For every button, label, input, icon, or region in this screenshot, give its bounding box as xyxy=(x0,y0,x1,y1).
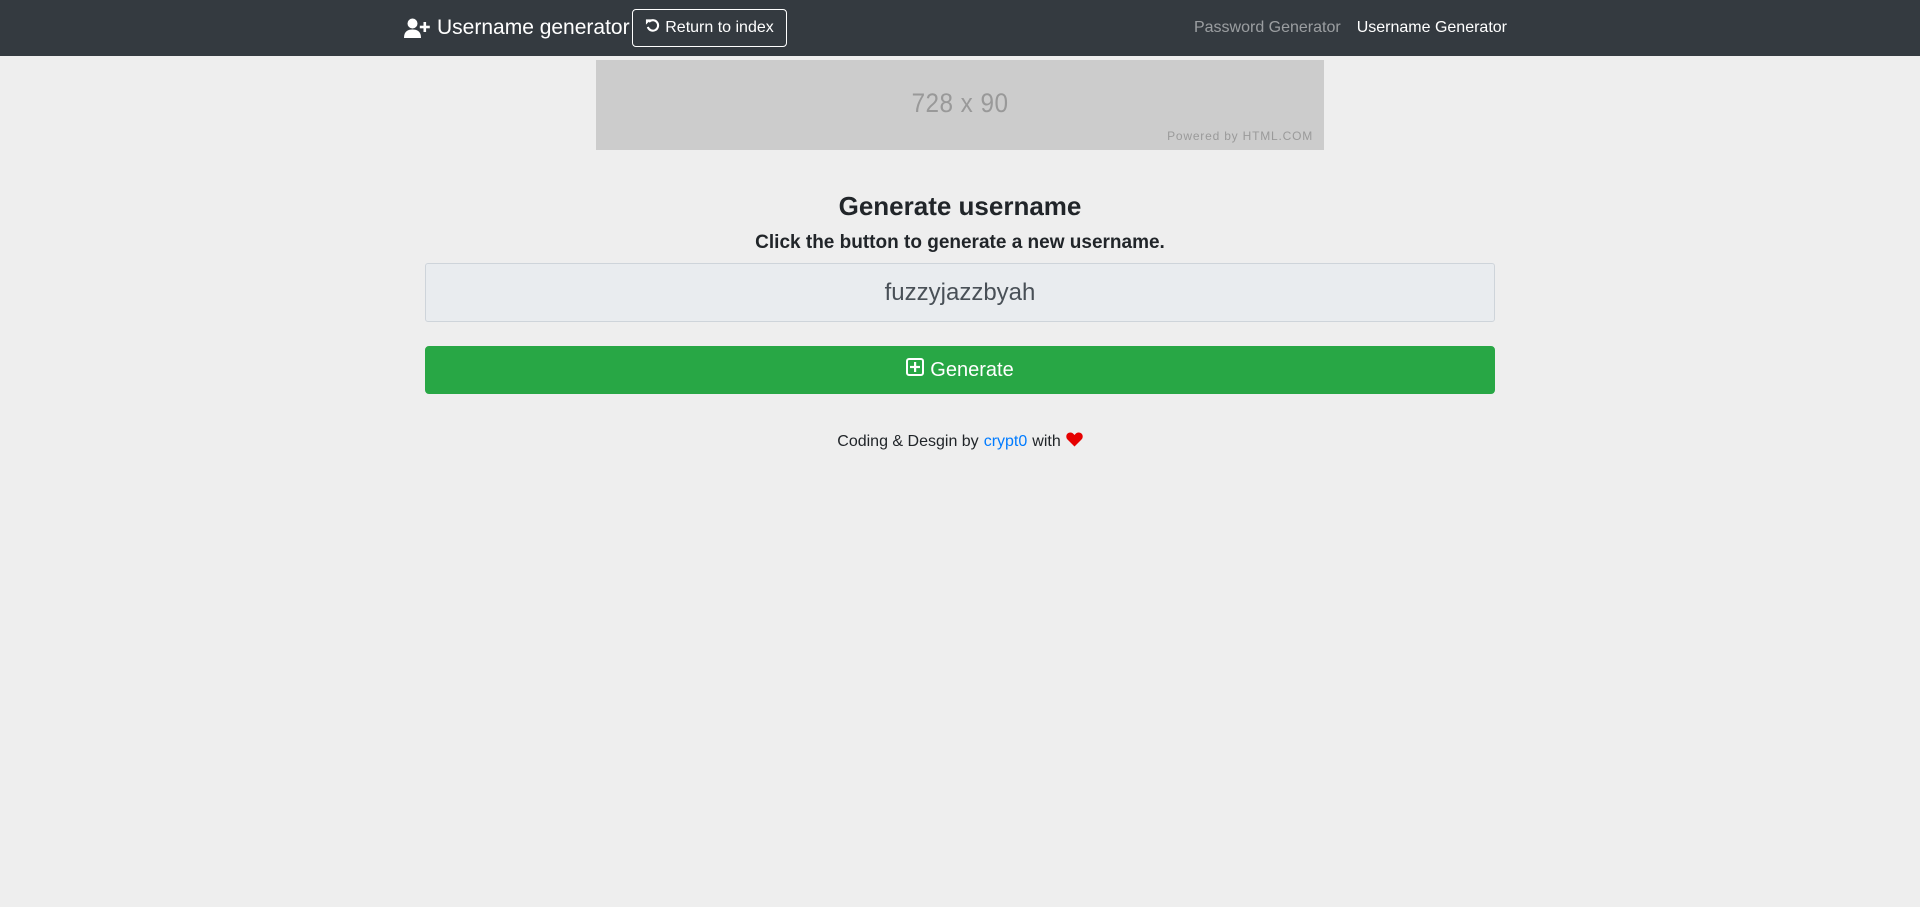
ad-banner[interactable]: 728 x 90 Powered by HTML.COM xyxy=(596,60,1324,150)
brand-link[interactable]: Username generator xyxy=(404,0,630,56)
generate-button[interactable]: Generate xyxy=(425,346,1495,394)
generate-label: Generate xyxy=(930,358,1014,381)
ad-size-label: 728 x 90 xyxy=(911,88,1009,118)
heart-icon xyxy=(1066,432,1083,452)
page-title: Generate username xyxy=(838,191,1082,221)
nav-links: Password Generator Username Generator xyxy=(1194,0,1507,56)
footer-prefix: Coding & Desgin by xyxy=(837,433,979,450)
plus-square-icon xyxy=(906,358,925,382)
nav-link-username-generator[interactable]: Username Generator xyxy=(1357,19,1507,37)
brand-label: Username generator xyxy=(437,16,630,39)
footer-suffix: with xyxy=(1032,433,1061,450)
undo-icon xyxy=(645,18,660,38)
return-to-index-button[interactable]: Return to index xyxy=(632,9,787,47)
ad-credit: Powered by HTML.COM xyxy=(1167,129,1313,143)
author-link[interactable]: crypt0 xyxy=(984,433,1028,451)
return-to-index-label: Return to index xyxy=(665,19,774,36)
page-subtitle: Click the button to generate a new usern… xyxy=(755,232,1165,253)
nav-link-password-generator[interactable]: Password Generator xyxy=(1194,19,1341,37)
navbar: Username generator Return to index Passw… xyxy=(0,0,1920,56)
user-plus-icon xyxy=(404,18,430,39)
username-output-field[interactable] xyxy=(425,263,1495,322)
footer: Coding & Desgin by crypt0 with xyxy=(0,432,1920,452)
